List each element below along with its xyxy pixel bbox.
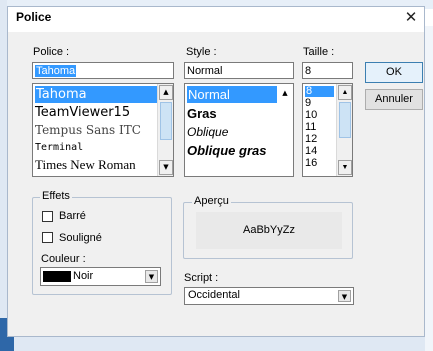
background-right-edge [425, 26, 433, 351]
background-left-edge [0, 0, 7, 351]
font-list[interactable]: Tahoma TeamViewer15 Tempus Sans ITC Term… [32, 83, 174, 177]
strikeout-checkbox[interactable] [42, 211, 53, 222]
strikeout-label[interactable]: Barré [59, 210, 86, 222]
font-label: Police : [33, 46, 70, 58]
scroll-down-icon[interactable]: ▼ [159, 160, 173, 175]
scroll-up-icon[interactable]: ▲ [278, 87, 292, 99]
ok-button[interactable]: OK [365, 62, 423, 83]
color-label: Couleur : [41, 253, 86, 265]
size-list-scrollbar[interactable]: ▲ ▼ [336, 84, 352, 176]
size-input[interactable]: 8 [302, 62, 353, 79]
style-list-item[interactable]: Oblique [187, 124, 228, 141]
script-select-value: Occidental [188, 289, 240, 301]
style-list[interactable]: Normal Gras Oblique Oblique gras ▲ [184, 83, 294, 177]
size-list-item[interactable]: 10 [305, 110, 317, 121]
script-select[interactable]: Occidental ▼ [184, 287, 354, 305]
scroll-up-icon[interactable]: ▲ [159, 85, 173, 100]
underline-checkbox[interactable] [42, 232, 53, 243]
font-list-item[interactable]: Tahoma [35, 86, 157, 103]
dialog-title: Police [16, 10, 52, 24]
close-icon[interactable]: ✕ [400, 8, 422, 28]
size-list[interactable]: 8 9 10 11 12 14 16 ▲ ▼ [302, 83, 353, 177]
scroll-up-icon[interactable]: ▲ [338, 85, 352, 100]
font-list-item[interactable]: Times New Roman [35, 156, 136, 173]
font-list-item[interactable]: Tempus Sans ITC [35, 122, 141, 139]
font-list-item[interactable]: Terminal [35, 141, 83, 155]
size-list-item[interactable]: 9 [305, 98, 311, 109]
size-list-item[interactable]: 11 [305, 122, 316, 133]
font-list-item[interactable]: TeamViewer15 [35, 104, 130, 121]
size-label: Taille : [303, 46, 335, 58]
font-name-value: Tahoma [35, 65, 77, 77]
style-label: Style : [186, 46, 217, 58]
size-list-scroll-thumb[interactable] [339, 102, 351, 138]
dropdown-icon[interactable]: ▼ [338, 290, 351, 302]
style-list-item[interactable]: Gras [187, 105, 217, 122]
effects-group-title: Effets [40, 190, 72, 202]
style-input[interactable]: Normal [184, 62, 294, 79]
title-bar [7, 6, 425, 32]
script-label: Script : [184, 272, 219, 284]
color-swatch [43, 271, 71, 282]
size-list-item[interactable]: 8 [305, 86, 334, 97]
cancel-button[interactable]: Annuler [365, 89, 423, 110]
size-list-item[interactable]: 14 [305, 146, 317, 157]
scroll-down-icon[interactable]: ▼ [338, 160, 352, 175]
dropdown-icon[interactable]: ▼ [145, 270, 158, 283]
font-name-input[interactable]: Tahoma [32, 62, 174, 79]
style-list-item[interactable]: Oblique gras [187, 142, 266, 159]
color-select[interactable]: Noir ▼ [40, 267, 161, 286]
style-list-item[interactable]: Normal [187, 86, 277, 103]
color-select-value: Noir [73, 270, 94, 282]
preview-sample: AaBbYyZz [196, 212, 342, 249]
background-bottom-strip [14, 337, 433, 351]
size-list-item[interactable]: 16 [305, 158, 317, 169]
underline-label[interactable]: Souligné [59, 232, 102, 244]
size-list-item[interactable]: 12 [305, 134, 317, 145]
preview-group-title: Aperçu [192, 195, 231, 207]
font-list-scrollbar[interactable]: ▲ ▼ [157, 84, 173, 176]
font-list-scroll-thumb[interactable] [160, 102, 172, 140]
